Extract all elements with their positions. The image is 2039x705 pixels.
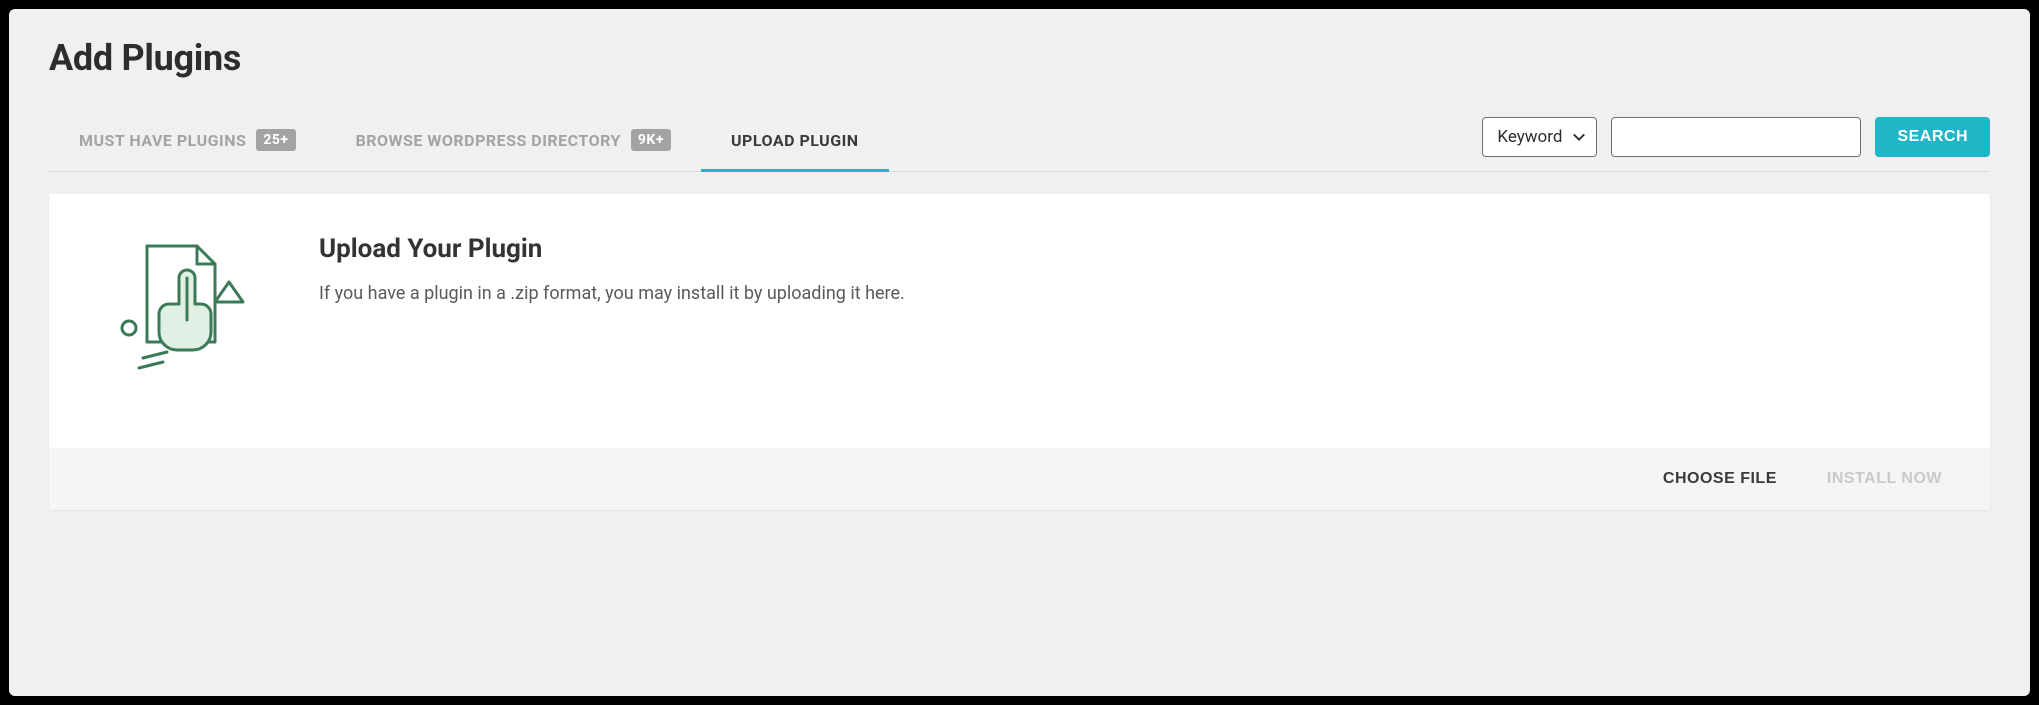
count-badge: 9K+ [631,129,671,151]
upload-file-tap-icon [109,234,259,384]
search-controls: Keyword SEARCH [1482,117,1990,167]
install-now-button: INSTALL NOW [1827,470,1942,488]
search-filter-select[interactable]: Keyword [1482,117,1597,157]
page-title: Add Plugins [49,37,1990,79]
select-value: Keyword [1497,127,1562,147]
tab-label: MUST HAVE PLUGINS [79,131,246,150]
search-input[interactable] [1611,117,1861,157]
panel-heading: Upload Your Plugin [319,234,905,264]
tab-upload-plugin[interactable]: UPLOAD PLUGIN [701,113,889,172]
tab-label: BROWSE WORDPRESS DIRECTORY [356,131,621,150]
page-frame: Add Plugins MUST HAVE PLUGINS 25+ BROWSE… [9,9,2030,696]
tabs: MUST HAVE PLUGINS 25+ BROWSE WORDPRESS D… [49,113,889,171]
choose-file-button[interactable]: CHOOSE FILE [1663,470,1777,488]
panel-body: Upload Your Plugin If you have a plugin … [49,194,1990,448]
tabs-row: MUST HAVE PLUGINS 25+ BROWSE WORDPRESS D… [49,113,1990,172]
panel-description: If you have a plugin in a .zip format, y… [319,280,905,307]
panel-text: Upload Your Plugin If you have a plugin … [319,234,905,307]
panel-footer: CHOOSE FILE INSTALL NOW [49,448,1990,510]
count-badge: 25+ [256,129,295,151]
upload-panel: Upload Your Plugin If you have a plugin … [49,194,1990,510]
chevron-down-icon [1572,130,1586,144]
search-button[interactable]: SEARCH [1875,117,1990,157]
upload-illustration [109,234,259,388]
tab-browse-wordpress-directory[interactable]: BROWSE WORDPRESS DIRECTORY 9K+ [326,113,701,172]
tab-label: UPLOAD PLUGIN [731,131,859,150]
tab-must-have-plugins[interactable]: MUST HAVE PLUGINS 25+ [49,113,326,172]
